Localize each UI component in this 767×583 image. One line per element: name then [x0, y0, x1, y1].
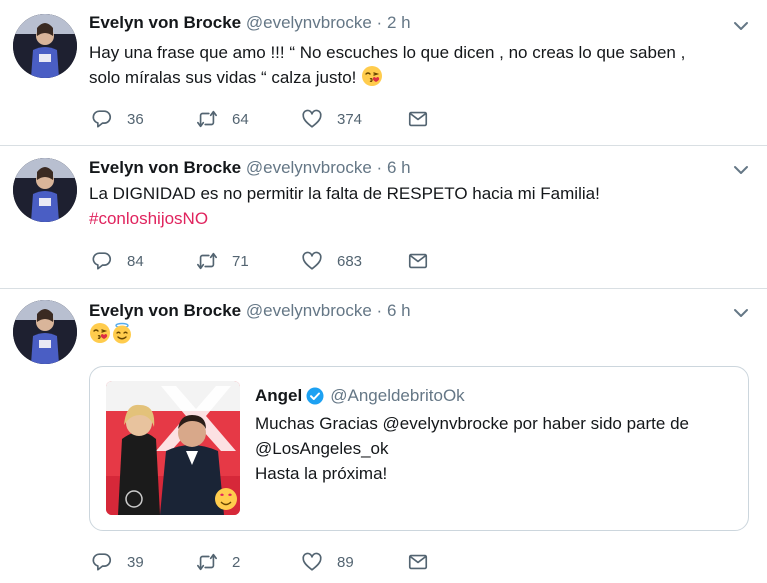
author-handle[interactable]: @evelynvbrocke: [246, 301, 372, 320]
tweet-text-line: Hay una frase que amo !!! “ No escuches …: [89, 43, 686, 62]
heart-icon: [302, 109, 322, 128]
author-name[interactable]: Evelyn von Brocke: [89, 158, 241, 177]
heart-icon: [302, 552, 322, 571]
reply-count: 36: [127, 110, 144, 128]
tweet-emojis: [89, 322, 133, 347]
reply-icon: [92, 553, 112, 571]
direct-message-button[interactable]: [407, 107, 429, 131]
quoted-mention-link[interactable]: @LosAngeles_ok: [255, 436, 735, 461]
like-count: 374: [337, 110, 363, 128]
retweet-count: 71: [232, 252, 249, 270]
separator-dot: ·: [376, 301, 383, 320]
tweet-text-line: La DIGNIDAD es no permitir la falta de R…: [89, 184, 600, 203]
envelope-icon: [408, 111, 428, 127]
kiss-emoji: [361, 65, 383, 87]
like-count: 89: [337, 553, 354, 571]
tweet-3[interactable]: Evelyn von Brocke @evelynvbrocke · 6 h A…: [0, 289, 767, 583]
hashtag-link[interactable]: #conloshijosNO: [89, 209, 208, 228]
reply-count: 84: [127, 252, 144, 270]
envelope-icon: [408, 253, 428, 269]
tweet-actions: 36 64 374: [89, 107, 509, 131]
author-name[interactable]: Evelyn von Brocke: [89, 301, 241, 320]
chevron-down-icon[interactable]: [733, 18, 749, 34]
retweet-icon: [197, 553, 217, 571]
envelope-icon: [408, 554, 428, 570]
like-button[interactable]: 89: [301, 550, 354, 574]
chevron-down-icon[interactable]: [733, 305, 749, 321]
quoted-text-line: Hasta la próxima!: [255, 464, 388, 483]
retweet-button[interactable]: 64: [196, 107, 249, 131]
avatar[interactable]: [13, 158, 77, 222]
quoted-tweet-header: Angel @AngeldebritoOk: [255, 385, 465, 407]
reply-icon: [92, 252, 112, 270]
separator-dot: ·: [376, 13, 383, 32]
quoted-tweet-image[interactable]: [106, 381, 240, 515]
quoted-tweet-card[interactable]: Angel @AngeldebritoOk Muchas Gracias @ev…: [89, 366, 749, 531]
like-count: 683: [337, 252, 363, 270]
reply-button[interactable]: 84: [91, 249, 144, 273]
retweet-icon: [197, 110, 217, 128]
reply-button[interactable]: 36: [91, 107, 144, 131]
heart-icon: [302, 251, 322, 270]
tweet-header: Evelyn von Brocke @evelynvbrocke · 6 h: [89, 301, 411, 321]
verified-badge-icon: [306, 387, 324, 405]
tweet-1[interactable]: Evelyn von Brocke @evelynvbrocke · 2 h H…: [0, 0, 767, 145]
author-name[interactable]: Evelyn von Brocke: [89, 13, 241, 32]
kiss-emoji: [89, 322, 111, 344]
tweet-2[interactable]: Evelyn von Brocke @evelynvbrocke · 6 h L…: [0, 146, 767, 288]
retweet-button[interactable]: 71: [196, 249, 249, 273]
like-button[interactable]: 374: [301, 107, 362, 131]
timestamp[interactable]: 6 h: [387, 158, 411, 177]
avatar[interactable]: [13, 300, 77, 364]
quoted-author-name[interactable]: Angel: [255, 385, 302, 407]
quoted-text-line: Muchas Gracias @evelynvbrocke por haber …: [255, 414, 689, 433]
tweet-header: Evelyn von Brocke @evelynvbrocke · 6 h: [89, 158, 411, 178]
chevron-down-icon[interactable]: [733, 162, 749, 178]
tweet-text: Hay una frase que amo !!! “ No escuches …: [89, 40, 749, 90]
author-handle[interactable]: @evelynvbrocke: [246, 13, 372, 32]
tweet-text-line: solo míralas sus vidas “ calza justo!: [89, 68, 362, 87]
quoted-author-handle[interactable]: @AngeldebritoOk: [330, 385, 464, 407]
direct-message-button[interactable]: [407, 249, 429, 273]
retweet-count: 2: [232, 553, 241, 571]
like-button[interactable]: 683: [301, 249, 362, 273]
tweet-header: Evelyn von Brocke @evelynvbrocke · 2 h: [89, 13, 411, 33]
quoted-tweet-text: Muchas Gracias @evelynvbrocke por haber …: [255, 411, 735, 486]
angel-emoji: [111, 322, 133, 344]
direct-message-button[interactable]: [407, 550, 429, 574]
retweet-button[interactable]: 2: [196, 550, 240, 574]
author-handle[interactable]: @evelynvbrocke: [246, 158, 372, 177]
avatar[interactable]: [13, 14, 77, 78]
timestamp[interactable]: 6 h: [387, 301, 411, 320]
retweet-icon: [197, 252, 217, 270]
reply-icon: [92, 110, 112, 128]
reply-button[interactable]: 39: [91, 550, 144, 574]
tweet-actions: 39 2 89: [89, 550, 509, 574]
tweet-text: La DIGNIDAD es no permitir la falta de R…: [89, 181, 749, 231]
timestamp[interactable]: 2 h: [387, 13, 411, 32]
reply-count: 39: [127, 553, 144, 571]
tweet-actions: 84 71 683: [89, 249, 509, 273]
retweet-count: 64: [232, 110, 249, 128]
separator-dot: ·: [376, 158, 383, 177]
